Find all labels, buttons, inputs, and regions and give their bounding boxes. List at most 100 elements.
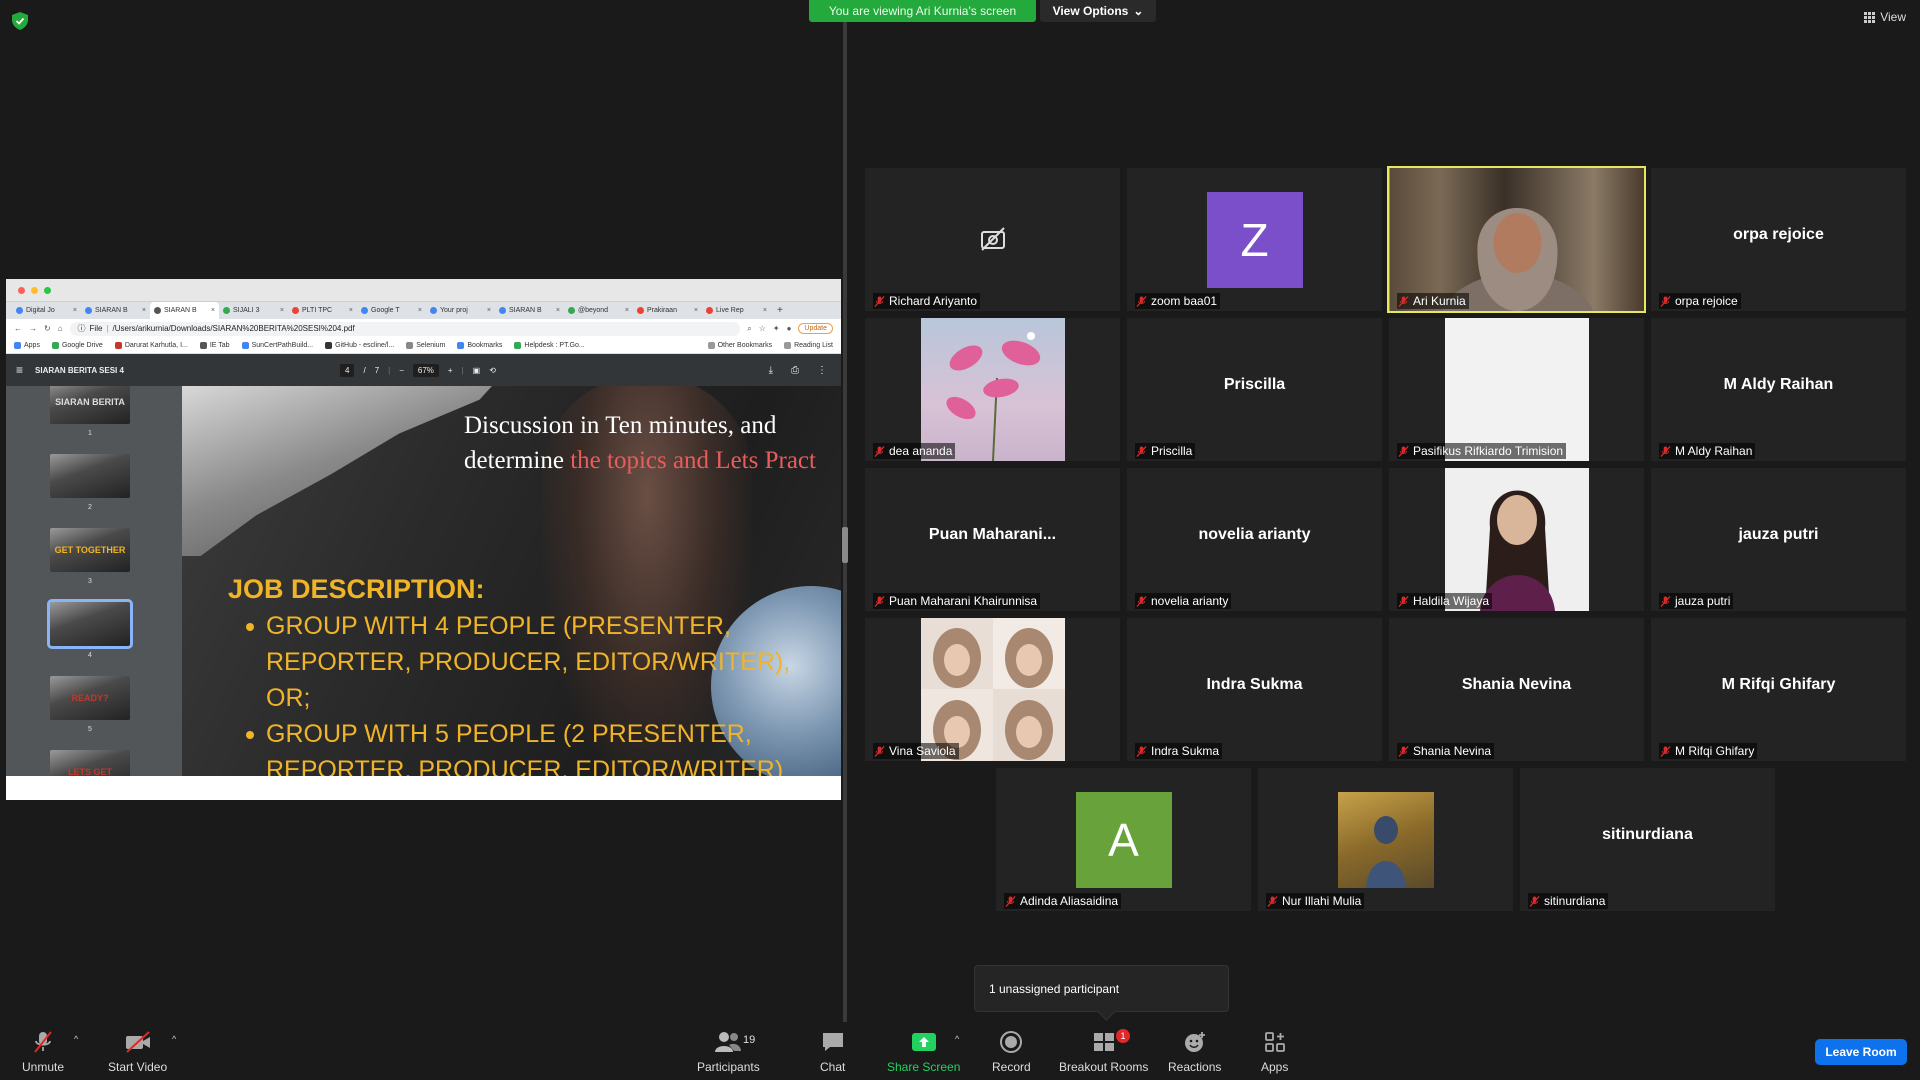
tab-title: Digital Jo	[26, 307, 55, 314]
tab-title: Your proj	[440, 307, 468, 314]
pdf-toolbar: ≡ SIARAN BERITA SESI 4 4 / 7 | − 67% + |…	[6, 354, 841, 386]
participant-tile[interactable]: Ari Kurnia	[1387, 166, 1646, 313]
bullet-line: GROUP WITH 5 PEOPLE (2 PRESENTER,	[266, 720, 752, 748]
participant-display-name: Shania Nevina	[1461, 676, 1572, 693]
participant-tile[interactable]: novelia arianty novelia arianty	[1127, 468, 1382, 611]
bullet-line: REPORTER, PRODUCER, EDITOR/WRITER),	[266, 648, 791, 676]
microphone-muted-icon	[874, 445, 885, 457]
close-tab-icon: ×	[141, 307, 146, 314]
pdf-thumbnail: LETS GET	[50, 750, 130, 776]
unmute-button[interactable]: Unmute	[22, 1030, 64, 1074]
update-button: Update	[798, 323, 833, 334]
share-screen-icon	[911, 1033, 936, 1051]
participant-tile[interactable]: Nur Illahi Mulia	[1258, 768, 1513, 911]
leave-room-button[interactable]: Leave Room	[1815, 1039, 1907, 1065]
participant-name: dea ananda	[889, 444, 953, 458]
view-options-button[interactable]: View Options ⌄	[1040, 0, 1156, 22]
participant-tile[interactable]: jauza putri jauza putri	[1651, 468, 1906, 611]
bullet-line: REPORTER, PRODUCER, EDITOR/WRITER)	[266, 756, 784, 776]
bullet-item: GROUP WITH 4 PEOPLE (PRESENTER, REPORTER…	[244, 608, 790, 716]
zoom-in-icon: +	[447, 365, 453, 375]
reactions-button[interactable]: Reactions	[1168, 1030, 1221, 1074]
participant-name-label: Haldila Wijaya	[1397, 593, 1493, 609]
page-separator: /	[363, 365, 366, 375]
participant-display-name: jauza putri	[1738, 526, 1819, 543]
start-video-button[interactable]: Start Video	[108, 1030, 167, 1074]
participant-count: 19	[743, 1034, 756, 1046]
browser-tab: SIJALI 3 ×	[219, 302, 288, 319]
participant-name: M Rifqi Ghifary	[1675, 744, 1755, 758]
fit-page-icon: ▣	[472, 365, 481, 375]
participant-tile[interactable]: Richard Ariyanto	[865, 168, 1120, 311]
participant-name-label: zoom baa01	[1135, 293, 1221, 309]
divider-handle[interactable]	[842, 527, 848, 563]
browser-tab: SIARAN B ×	[150, 302, 219, 319]
participant-tile[interactable]: sitinurdiana sitinurdiana	[1520, 768, 1775, 911]
view-button[interactable]: View	[1864, 10, 1906, 24]
participant-tile[interactable]: Priscilla Priscilla	[1127, 318, 1382, 461]
pdf-slide: Discussion in Ten minutes, and determine…	[182, 386, 841, 776]
tab-favicon-icon	[16, 307, 23, 314]
participant-tile[interactable]: Zzoom baa01	[1127, 168, 1382, 311]
participant-tile[interactable]: Vina Saviola	[865, 618, 1120, 761]
participant-tile[interactable]: M Rifqi Ghifary M Rifqi Ghifary	[1651, 618, 1906, 761]
participant-tile[interactable]: Pasifikus Rifkiardo Trimision	[1389, 318, 1644, 461]
viewing-screen-banner: You are viewing Ari Kurnia's screen	[809, 0, 1036, 22]
bookmark-label: GitHub - escline/l...	[335, 342, 395, 349]
participant-name-label: Puan Maharani Khairunnisa	[873, 593, 1041, 609]
browser-tab: SIARAN B ×	[81, 302, 150, 319]
microphone-muted-icon	[1136, 295, 1147, 307]
record-button[interactable]: Record	[992, 1030, 1031, 1074]
tab-favicon-icon	[499, 307, 506, 314]
microphone-muted-icon	[1267, 895, 1278, 907]
breakout-rooms-button[interactable]: Breakout Rooms	[1059, 1030, 1148, 1074]
thumbnail-page-number: 4	[88, 652, 92, 659]
page-total: 7	[374, 365, 380, 375]
zoom-meeting-window: You are viewing Ari Kurnia's screen View…	[0, 0, 1920, 1080]
participant-name-label: Ari Kurnia	[1397, 293, 1469, 309]
bookmark-label: Google Drive	[61, 342, 103, 349]
participant-tile[interactable]: orpa rejoice orpa rejoice	[1651, 168, 1906, 311]
participants-icon	[715, 1032, 742, 1052]
share-screen-button[interactable]: Share Screen	[887, 1030, 960, 1074]
participant-name: Priscilla	[1151, 444, 1193, 458]
chat-button[interactable]: Chat	[820, 1030, 845, 1074]
participant-tile[interactable]: Haldila Wijaya	[1389, 468, 1644, 611]
participant-tile[interactable]: Indra Sukma Indra Sukma	[1127, 618, 1382, 761]
security-shield-icon[interactable]	[12, 12, 28, 30]
tab-favicon-icon	[430, 307, 437, 314]
rotate-icon: ⟲	[489, 365, 496, 375]
participant-tile[interactable]: Shania Nevina Shania Nevina	[1389, 618, 1644, 761]
split-divider[interactable]	[842, 22, 848, 1022]
bookmark-label: Helpdesk : PT.Go...	[524, 342, 585, 349]
video-off-icon	[125, 1031, 150, 1053]
video-options-chevron-icon[interactable]: ^	[172, 1034, 176, 1044]
participant-tile[interactable]: Puan Maharani... Puan Maharani Khairunnis…	[865, 468, 1120, 611]
microphone-muted-icon	[1398, 445, 1409, 457]
participant-photo	[1444, 468, 1589, 611]
participant-display-name: M Rifqi Ghifary	[1721, 676, 1836, 693]
tab-title: PLTI TPC	[302, 307, 333, 314]
browser-tab-strip: Digital Jo × SIARAN B × SIARAN B × SIJALI 3 × PL…	[6, 302, 841, 319]
url-scheme: File	[89, 324, 103, 333]
bookmark-icon	[457, 342, 465, 349]
close-tab-icon: ×	[279, 307, 284, 314]
reload-icon: ↻	[44, 324, 51, 333]
participant-name-label: sitinurdiana	[1528, 893, 1609, 909]
audio-options-chevron-icon[interactable]: ^	[74, 1034, 78, 1044]
microphone-muted-icon	[1660, 745, 1671, 757]
participant-tile[interactable]: M Aldy Raihan M Aldy Raihan	[1651, 318, 1906, 461]
thumbnail-page-number: 3	[88, 578, 92, 585]
participant-tile[interactable]: A Adinda Aliasaidina	[996, 768, 1251, 911]
tab-title: SIARAN B	[95, 307, 128, 314]
microphone-muted-icon	[1660, 595, 1671, 607]
participant-tile[interactable]: dea ananda	[865, 318, 1120, 461]
participant-photo	[1337, 792, 1434, 888]
address-bar: ⓘ File | /Users/arikurnia/Downloads/SIAR…	[69, 321, 741, 336]
share-options-chevron-icon[interactable]: ^	[955, 1034, 959, 1044]
bookmark-icon	[325, 342, 333, 349]
browser-tab: Your proj ×	[426, 302, 495, 319]
pdf-thumbnail: SIARAN BERITA	[50, 386, 130, 424]
participant-name-label: Priscilla	[1135, 443, 1196, 459]
apps-button[interactable]: Apps	[1261, 1030, 1288, 1074]
